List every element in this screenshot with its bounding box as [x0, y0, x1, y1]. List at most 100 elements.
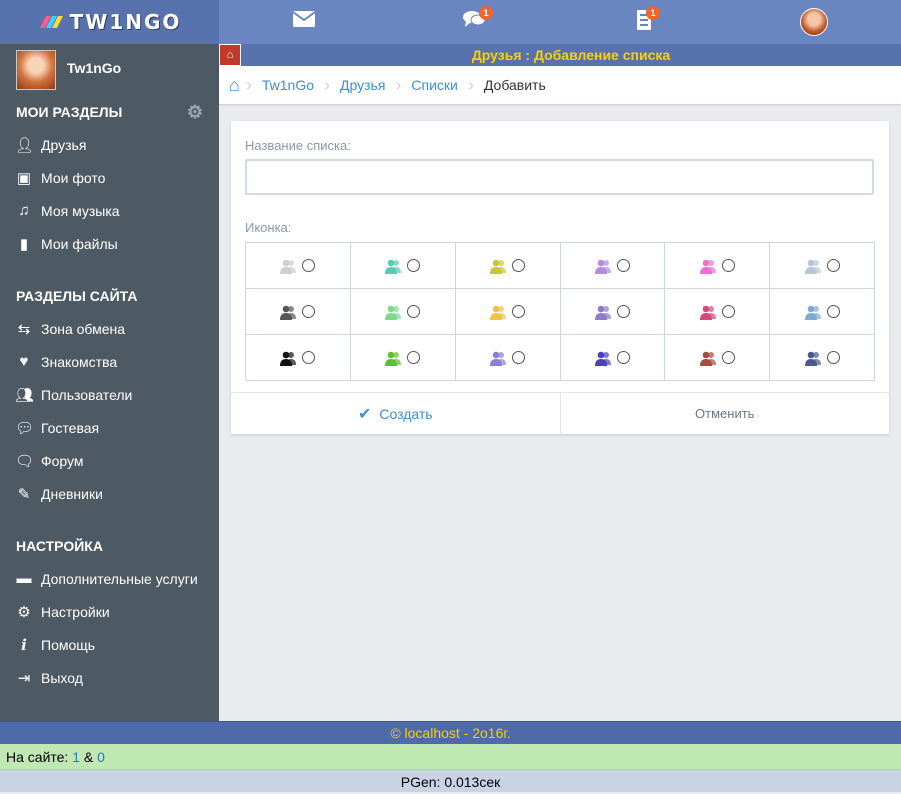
icon-radio[interactable]: [616, 305, 630, 318]
icon-radio[interactable]: [407, 259, 421, 272]
users-icon: [490, 351, 507, 366]
icon-radio[interactable]: [512, 305, 526, 318]
icon-option[interactable]: [246, 289, 351, 335]
sidebar-item-label: Форум: [41, 452, 84, 469]
sidebar-item-music[interactable]: ♫ Моя музыка: [0, 194, 219, 227]
sidebar-item-extra-services[interactable]: ▬ Дополнительные услуги: [0, 562, 219, 595]
info-icon: i: [21, 635, 27, 654]
home-icon[interactable]: ⌂: [229, 75, 240, 96]
sidebar-item-label: Выход: [41, 669, 83, 686]
icon-radio[interactable]: [826, 259, 840, 272]
sidebar-item-users[interactable]: 👥︎ Пользователи: [0, 378, 219, 411]
icon-option[interactable]: [770, 289, 875, 335]
icon-radio[interactable]: [407, 351, 421, 364]
icon-radio[interactable]: [616, 259, 630, 272]
logo-text: TW1NGO: [69, 10, 182, 34]
home-button[interactable]: ⌂: [219, 44, 241, 66]
icon-radio[interactable]: [302, 259, 316, 272]
messages-button[interactable]: [292, 10, 316, 33]
icon-option[interactable]: [246, 243, 351, 289]
icon-option[interactable]: [560, 243, 666, 289]
users-icon: [699, 259, 716, 274]
users-icon: [490, 305, 507, 320]
sidebar-item-label: Дополнительные услуги: [41, 570, 198, 587]
icon-option[interactable]: [455, 289, 561, 335]
sidebar-item-files[interactable]: ▮ Мои файлы: [0, 227, 219, 260]
logo[interactable]: TW1NGO: [0, 0, 219, 44]
users-icon: [385, 351, 402, 366]
icon-radio[interactable]: [512, 351, 526, 364]
cancel-button[interactable]: Отменить: [561, 393, 890, 434]
icon-option[interactable]: [770, 243, 875, 289]
profile-avatar-button[interactable]: [800, 8, 828, 36]
users-icon: [385, 259, 402, 274]
users-icon: [594, 305, 611, 320]
icon-label: Иконка:: [245, 220, 292, 235]
icon-radio[interactable]: [721, 259, 735, 272]
user-icon: 👤︎: [15, 136, 35, 154]
icon-radio[interactable]: [721, 351, 735, 364]
sidebar-item-forum[interactable]: 🗨︎ Форум: [0, 444, 219, 477]
profile-username: Tw1nGo: [67, 60, 122, 76]
sidebar-item-photos[interactable]: ▣ Мои фото: [0, 161, 219, 194]
list-name-input[interactable]: [245, 159, 874, 195]
icon-option[interactable]: [455, 243, 561, 289]
sidebar-item-label: Знакомства: [41, 353, 118, 370]
icon-radio[interactable]: [826, 351, 840, 364]
icon-option[interactable]: [560, 335, 666, 381]
sidebar-item-logout[interactable]: ⇥ Выход: [0, 661, 219, 694]
sidebar-item-label: Помощь: [41, 636, 96, 653]
chat-button[interactable]: 1: [463, 6, 493, 34]
icon-option[interactable]: [350, 243, 456, 289]
chevron-right-icon: ›: [245, 74, 252, 95]
icon-radio[interactable]: [826, 305, 840, 318]
breadcrumb-item-friends[interactable]: Друзья: [340, 77, 385, 93]
chevron-right-icon: ›: [395, 74, 402, 95]
users-icon: [490, 259, 507, 274]
icon-option[interactable]: [350, 335, 456, 381]
section-title-text: РАЗДЕЛЫ САЙТА: [16, 288, 138, 304]
icon-radio[interactable]: [721, 305, 735, 318]
sidebar-item-dating[interactable]: ♥ Знакомства: [0, 345, 219, 378]
sidebar-item-help[interactable]: i Помощь: [0, 628, 219, 661]
sidebar-item-label: Друзья: [41, 136, 87, 153]
users-icon: [804, 351, 821, 366]
footer-copyright: © localhost - 2o16г.: [0, 721, 901, 744]
file-icon: ▮: [19, 235, 29, 253]
icon-radio[interactable]: [302, 305, 316, 318]
icon-radio[interactable]: [302, 351, 316, 364]
sidebar-profile[interactable]: Tw1nGo: [0, 44, 219, 96]
breadcrumb-current: Добавить: [483, 77, 546, 93]
online-status: На сайте: 1 & 0: [0, 744, 901, 770]
sidebar-item-friends[interactable]: 👤︎ Друзья: [0, 128, 219, 161]
online-users-count[interactable]: 1: [72, 749, 80, 765]
sidebar-item-guestbook[interactable]: 💬︎ Гостевая: [0, 411, 219, 444]
icon-option[interactable]: [350, 289, 456, 335]
icon-option[interactable]: [665, 335, 771, 381]
icon-option[interactable]: [560, 289, 666, 335]
breadcrumb-item-lists[interactable]: Списки: [411, 77, 457, 93]
sidebar-item-label: Моя музыка: [41, 202, 120, 219]
sidebar-item-exchange[interactable]: ⇆ Зона обмена: [0, 312, 219, 345]
icon-option[interactable]: [246, 335, 351, 381]
icon-option[interactable]: [665, 243, 771, 289]
gear-icon[interactable]: ⚙: [187, 96, 203, 128]
icon-option[interactable]: [665, 289, 771, 335]
pencil-icon: ✎: [17, 485, 31, 503]
icon-radio[interactable]: [512, 259, 526, 272]
create-button[interactable]: ✔ Создать: [231, 393, 561, 434]
icon-option[interactable]: [455, 335, 561, 381]
checkmark-icon: ✔: [357, 405, 372, 423]
icon-option[interactable]: [770, 335, 875, 381]
sidebar-item-settings[interactable]: ⚙ Настройки: [0, 595, 219, 628]
online-guests-count[interactable]: 0: [97, 749, 105, 765]
sidebar-item-label: Мои фото: [41, 169, 106, 186]
breadcrumb-item-user[interactable]: Tw1nGo: [262, 77, 314, 93]
icon-radio[interactable]: [616, 351, 630, 364]
notifications-button[interactable]: 1: [636, 6, 660, 36]
section-title-text: МОИ РАЗДЕЛЫ: [16, 104, 123, 120]
sidebar-item-diaries[interactable]: ✎ Дневники: [0, 477, 219, 510]
users-icon: [385, 305, 402, 320]
online-label: На сайте:: [6, 749, 69, 765]
icon-radio[interactable]: [407, 305, 421, 318]
